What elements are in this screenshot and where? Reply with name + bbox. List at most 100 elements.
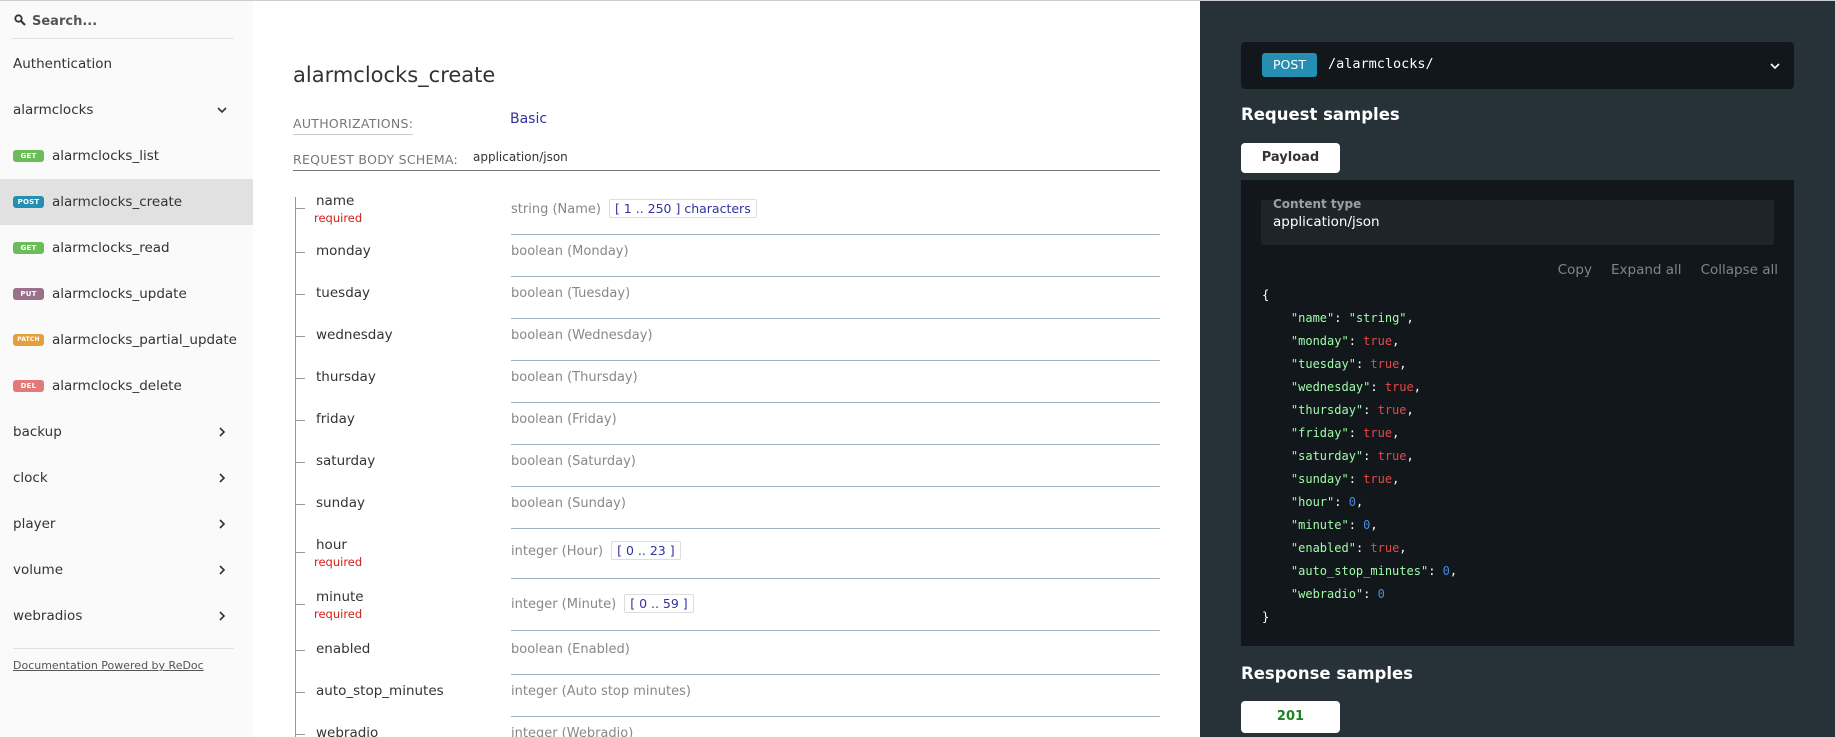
field-divider: [511, 578, 1160, 579]
json-value: true: [1384, 380, 1414, 394]
tree-tick: [295, 294, 305, 295]
sidebar-item-label: Authentication: [13, 56, 113, 72]
tree-tick: [295, 552, 305, 553]
field-name: thursday: [316, 369, 376, 385]
sidebar-item-alarmclocks-create[interactable]: POST alarmclocks_create: [0, 179, 253, 225]
field-name: minute: [316, 589, 364, 605]
sidebar-item-label: backup: [13, 424, 62, 440]
json-line: "webradio": 0: [1290, 587, 1385, 601]
json-key: "thursday": [1290, 403, 1364, 417]
sidebar-item-label: player: [13, 516, 56, 532]
field-type: boolean (Wednesday): [511, 328, 653, 343]
copy-button[interactable]: Copy: [1558, 262, 1592, 278]
field-name: wednesday: [316, 327, 393, 343]
field-type: integer (Hour) [ 0 .. 23 ]: [511, 541, 681, 560]
json-line: "name": "string",: [1290, 311, 1414, 325]
sidebar-group-player[interactable]: player: [0, 501, 253, 547]
powered-by-redoc-link[interactable]: Documentation Powered by ReDoc: [13, 659, 204, 672]
tree-tick: [295, 420, 305, 421]
json-key: "tuesday": [1290, 357, 1356, 371]
field-divider: [511, 360, 1160, 361]
tree-tick: [295, 604, 305, 605]
sidebar-item-authentication[interactable]: Authentication: [0, 41, 253, 87]
json-value: true: [1363, 334, 1393, 348]
sidebar-item-alarmclocks-read[interactable]: GET alarmclocks_read: [0, 225, 253, 271]
json-value: 0: [1348, 495, 1356, 509]
tree-tick: [295, 208, 305, 209]
field-divider: [511, 486, 1160, 487]
sidebar-item-alarmclocks-list[interactable]: GET alarmclocks_list: [0, 133, 253, 179]
content-type-select[interactable]: Content type application/json: [1261, 197, 1774, 245]
field-name: auto_stop_minutes: [316, 683, 444, 699]
tree-tick: [295, 252, 305, 253]
tab-payload[interactable]: Payload: [1241, 143, 1340, 173]
response-samples-heading: Response samples: [1241, 664, 1413, 683]
json-key: "enabled": [1290, 541, 1356, 555]
field-type: boolean (Thursday): [511, 370, 638, 385]
request-body-schema-label: REQUEST BODY SCHEMA:: [293, 152, 459, 167]
method-badge-post: POST: [13, 196, 44, 208]
authorization-basic-link[interactable]: Basic: [510, 111, 547, 127]
json-line: "friday": true,: [1290, 426, 1400, 440]
json-key: "minute": [1290, 518, 1349, 532]
json-value: true: [1377, 449, 1407, 463]
chevron-down-icon: [1770, 63, 1780, 70]
json-value: true: [1370, 357, 1400, 371]
sidebar-item-label: volume: [13, 562, 64, 578]
field-type-text: string (Name): [511, 202, 601, 217]
tab-response-201[interactable]: 201: [1241, 701, 1340, 733]
search-input[interactable]: [32, 10, 232, 32]
field-name: friday: [316, 411, 355, 427]
page-title: alarmclocks_create: [293, 63, 496, 87]
sidebar-group-backup[interactable]: backup: [0, 409, 253, 455]
json-line: "hour": 0,: [1290, 495, 1364, 509]
field-type-text: integer (Hour): [511, 544, 604, 559]
field-type: boolean (Monday): [511, 244, 629, 259]
sidebar-item-alarmclocks-delete[interactable]: DEL alarmclocks_delete: [0, 363, 253, 409]
json-value: "string": [1348, 311, 1407, 325]
main-content: alarmclocks_create AUTHORIZATIONS: Basic…: [253, 0, 1200, 737]
json-key: "sunday": [1290, 472, 1349, 486]
schema-fields: name required string (Name) [ 1 .. 250 ] …: [293, 189, 1160, 737]
sidebar-item-label: alarmclocks_update: [52, 286, 187, 302]
field-divider: [511, 630, 1160, 631]
sidebar-group-alarmclocks[interactable]: alarmclocks: [0, 87, 253, 133]
json-line: "saturday": true,: [1290, 449, 1414, 463]
field-name: sunday: [316, 495, 365, 511]
field-name: monday: [316, 243, 371, 259]
sidebar-item-alarmclocks-update[interactable]: PUT alarmclocks_update: [0, 271, 253, 317]
expand-all-button[interactable]: Expand all: [1611, 262, 1682, 278]
json-line: "thursday": true,: [1290, 403, 1414, 417]
field-type: boolean (Sunday): [511, 496, 626, 511]
endpoint-toggle[interactable]: POST /alarmclocks/: [1241, 42, 1794, 89]
json-value: true: [1377, 403, 1407, 417]
sidebar: Authentication alarmclocks GET alarmcloc…: [0, 0, 253, 737]
json-line: "auto_stop_minutes": 0,: [1290, 564, 1458, 578]
tree-tick: [295, 734, 305, 735]
request-body-schema-row: REQUEST BODY SCHEMA: application/json: [293, 149, 1160, 171]
field-range-badge: [ 0 .. 23 ]: [611, 541, 681, 560]
payload-sample: Content type application/json Copy Expand…: [1241, 180, 1794, 646]
sidebar-group-volume[interactable]: volume: [0, 547, 253, 593]
sidebar-group-webradios[interactable]: webradios: [0, 593, 253, 639]
json-value: true: [1363, 426, 1393, 440]
field-name: name: [316, 193, 355, 209]
collapse-all-button[interactable]: Collapse all: [1701, 262, 1778, 278]
sidebar-item-label: webradios: [13, 608, 83, 624]
field-type: integer (Auto stop minutes): [511, 684, 691, 699]
method-badge-patch: PATCH: [13, 334, 44, 346]
http-method-badge: POST: [1262, 53, 1317, 77]
field-type: boolean (Friday): [511, 412, 617, 427]
tree-tick: [295, 692, 305, 693]
method-badge-delete: DEL: [13, 380, 44, 392]
json-line: "wednesday": true,: [1290, 380, 1421, 394]
sidebar-item-alarmclocks-partial-update[interactable]: PATCH alarmclocks_partial_update: [0, 317, 253, 363]
tree-tick: [295, 650, 305, 651]
sidebar-item-label: alarmclocks_read: [52, 240, 170, 256]
sidebar-group-clock[interactable]: clock: [0, 455, 253, 501]
schema-tree-line: [295, 197, 296, 737]
json-key: "friday": [1290, 426, 1349, 440]
chevron-down-icon: [217, 107, 227, 114]
request-samples-heading: Request samples: [1241, 105, 1400, 124]
tree-tick: [295, 378, 305, 379]
